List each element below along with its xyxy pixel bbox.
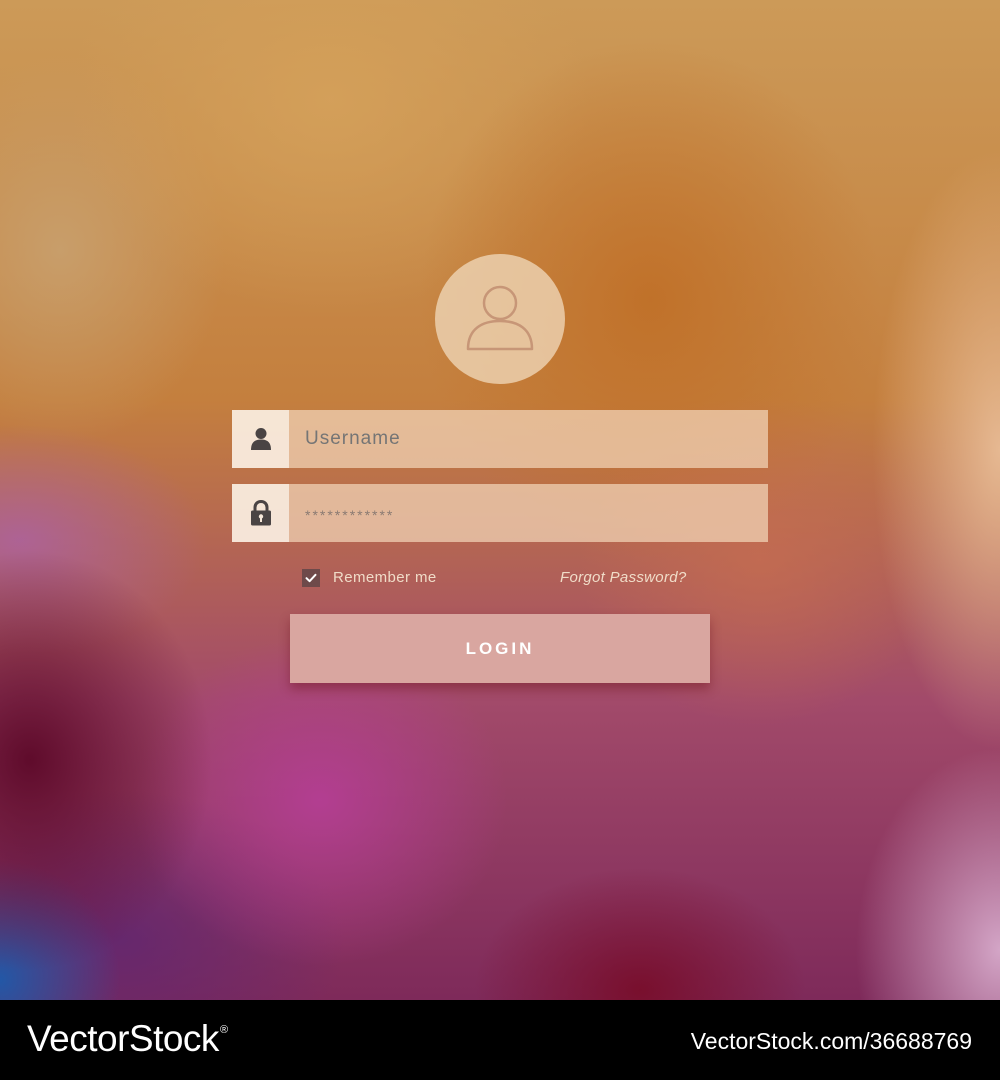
password-field: ************ — [232, 484, 768, 542]
vectorstock-logo-text: VectorStock — [27, 1018, 219, 1059]
lock-icon — [250, 500, 271, 526]
username-icon-box — [232, 410, 289, 468]
username-field — [232, 410, 768, 468]
login-options: Remember me Forgot Password? — [302, 568, 702, 588]
user-outline-icon — [466, 285, 534, 351]
watermark-bar: VectorStock® VectorStock.com/36688769 — [0, 1000, 1000, 1080]
forgot-password-link[interactable]: Forgot Password? — [560, 569, 687, 586]
username-input[interactable] — [289, 410, 768, 468]
remember-me-checkbox[interactable] — [302, 569, 320, 587]
user-icon — [250, 428, 271, 450]
remember-me-label[interactable]: Remember me — [333, 569, 437, 586]
registered-mark: ® — [219, 1024, 228, 1036]
avatar — [435, 254, 565, 384]
image-id: VectorStock.com/36688769 — [690, 1028, 972, 1054]
password-icon-box — [232, 484, 289, 542]
vectorstock-logo: VectorStock® — [27, 1018, 228, 1060]
checkmark-icon — [305, 573, 317, 583]
password-input[interactable]: ************ — [289, 484, 768, 542]
login-background: ************ Remember me Forgot Password… — [0, 0, 1000, 1000]
login-button[interactable]: LOGIN — [290, 614, 710, 683]
